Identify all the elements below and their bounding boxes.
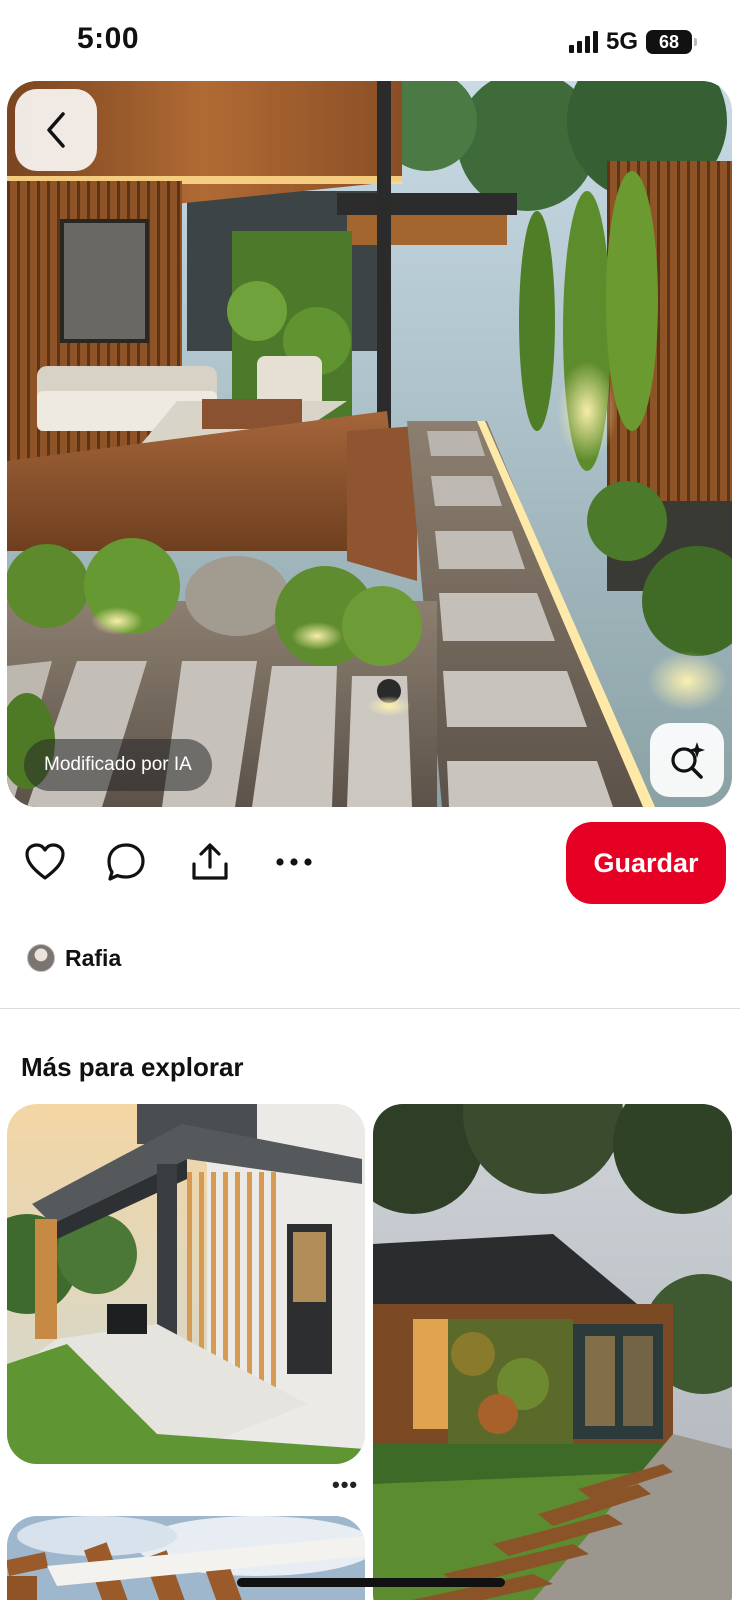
divider	[0, 1008, 740, 1009]
like-button[interactable]	[21, 838, 69, 886]
more-options-button[interactable]	[270, 838, 318, 886]
comment-button[interactable]	[102, 838, 150, 886]
pin-image[interactable]: Modificado por IA	[7, 81, 732, 807]
share-button[interactable]	[186, 838, 234, 886]
battery-icon: 68	[646, 30, 697, 54]
visual-search-button[interactable]	[650, 723, 724, 797]
pin-more-options[interactable]: •••	[332, 1472, 358, 1498]
garden-patio-image	[7, 81, 732, 807]
chevron-left-icon	[47, 112, 65, 148]
pin-image	[7, 1104, 365, 1464]
battery-level: 68	[658, 31, 680, 52]
section-title: Más para explorar	[21, 1052, 244, 1082]
related-pin-2[interactable]	[373, 1104, 732, 1600]
pin-author[interactable]: Rafia	[27, 944, 121, 972]
author-name[interactable]: Rafia	[65, 945, 121, 972]
avatar[interactable]	[27, 944, 55, 972]
heart-icon	[25, 843, 65, 880]
status-time: 5:00	[77, 22, 140, 55]
status-bar: 5:00 5G 68	[0, 0, 740, 80]
visual-search-icon	[671, 742, 705, 779]
back-button[interactable]	[15, 89, 97, 171]
home-indicator[interactable]	[237, 1578, 505, 1587]
pin-image	[373, 1104, 732, 1600]
pin-actions: Guardar	[0, 820, 740, 904]
related-pin-1[interactable]	[7, 1104, 365, 1464]
pin-image	[7, 1516, 365, 1600]
network-label: 5G	[605, 28, 638, 55]
status-indicators: 5G 68	[568, 28, 697, 56]
signal-icon	[568, 31, 598, 53]
comment-icon	[107, 843, 145, 881]
more-icon	[276, 858, 312, 866]
ai-modified-badge: Modificado por IA	[24, 739, 212, 791]
related-pin-3[interactable]	[7, 1516, 365, 1600]
share-icon	[192, 843, 228, 880]
save-button[interactable]: Guardar	[566, 822, 726, 904]
